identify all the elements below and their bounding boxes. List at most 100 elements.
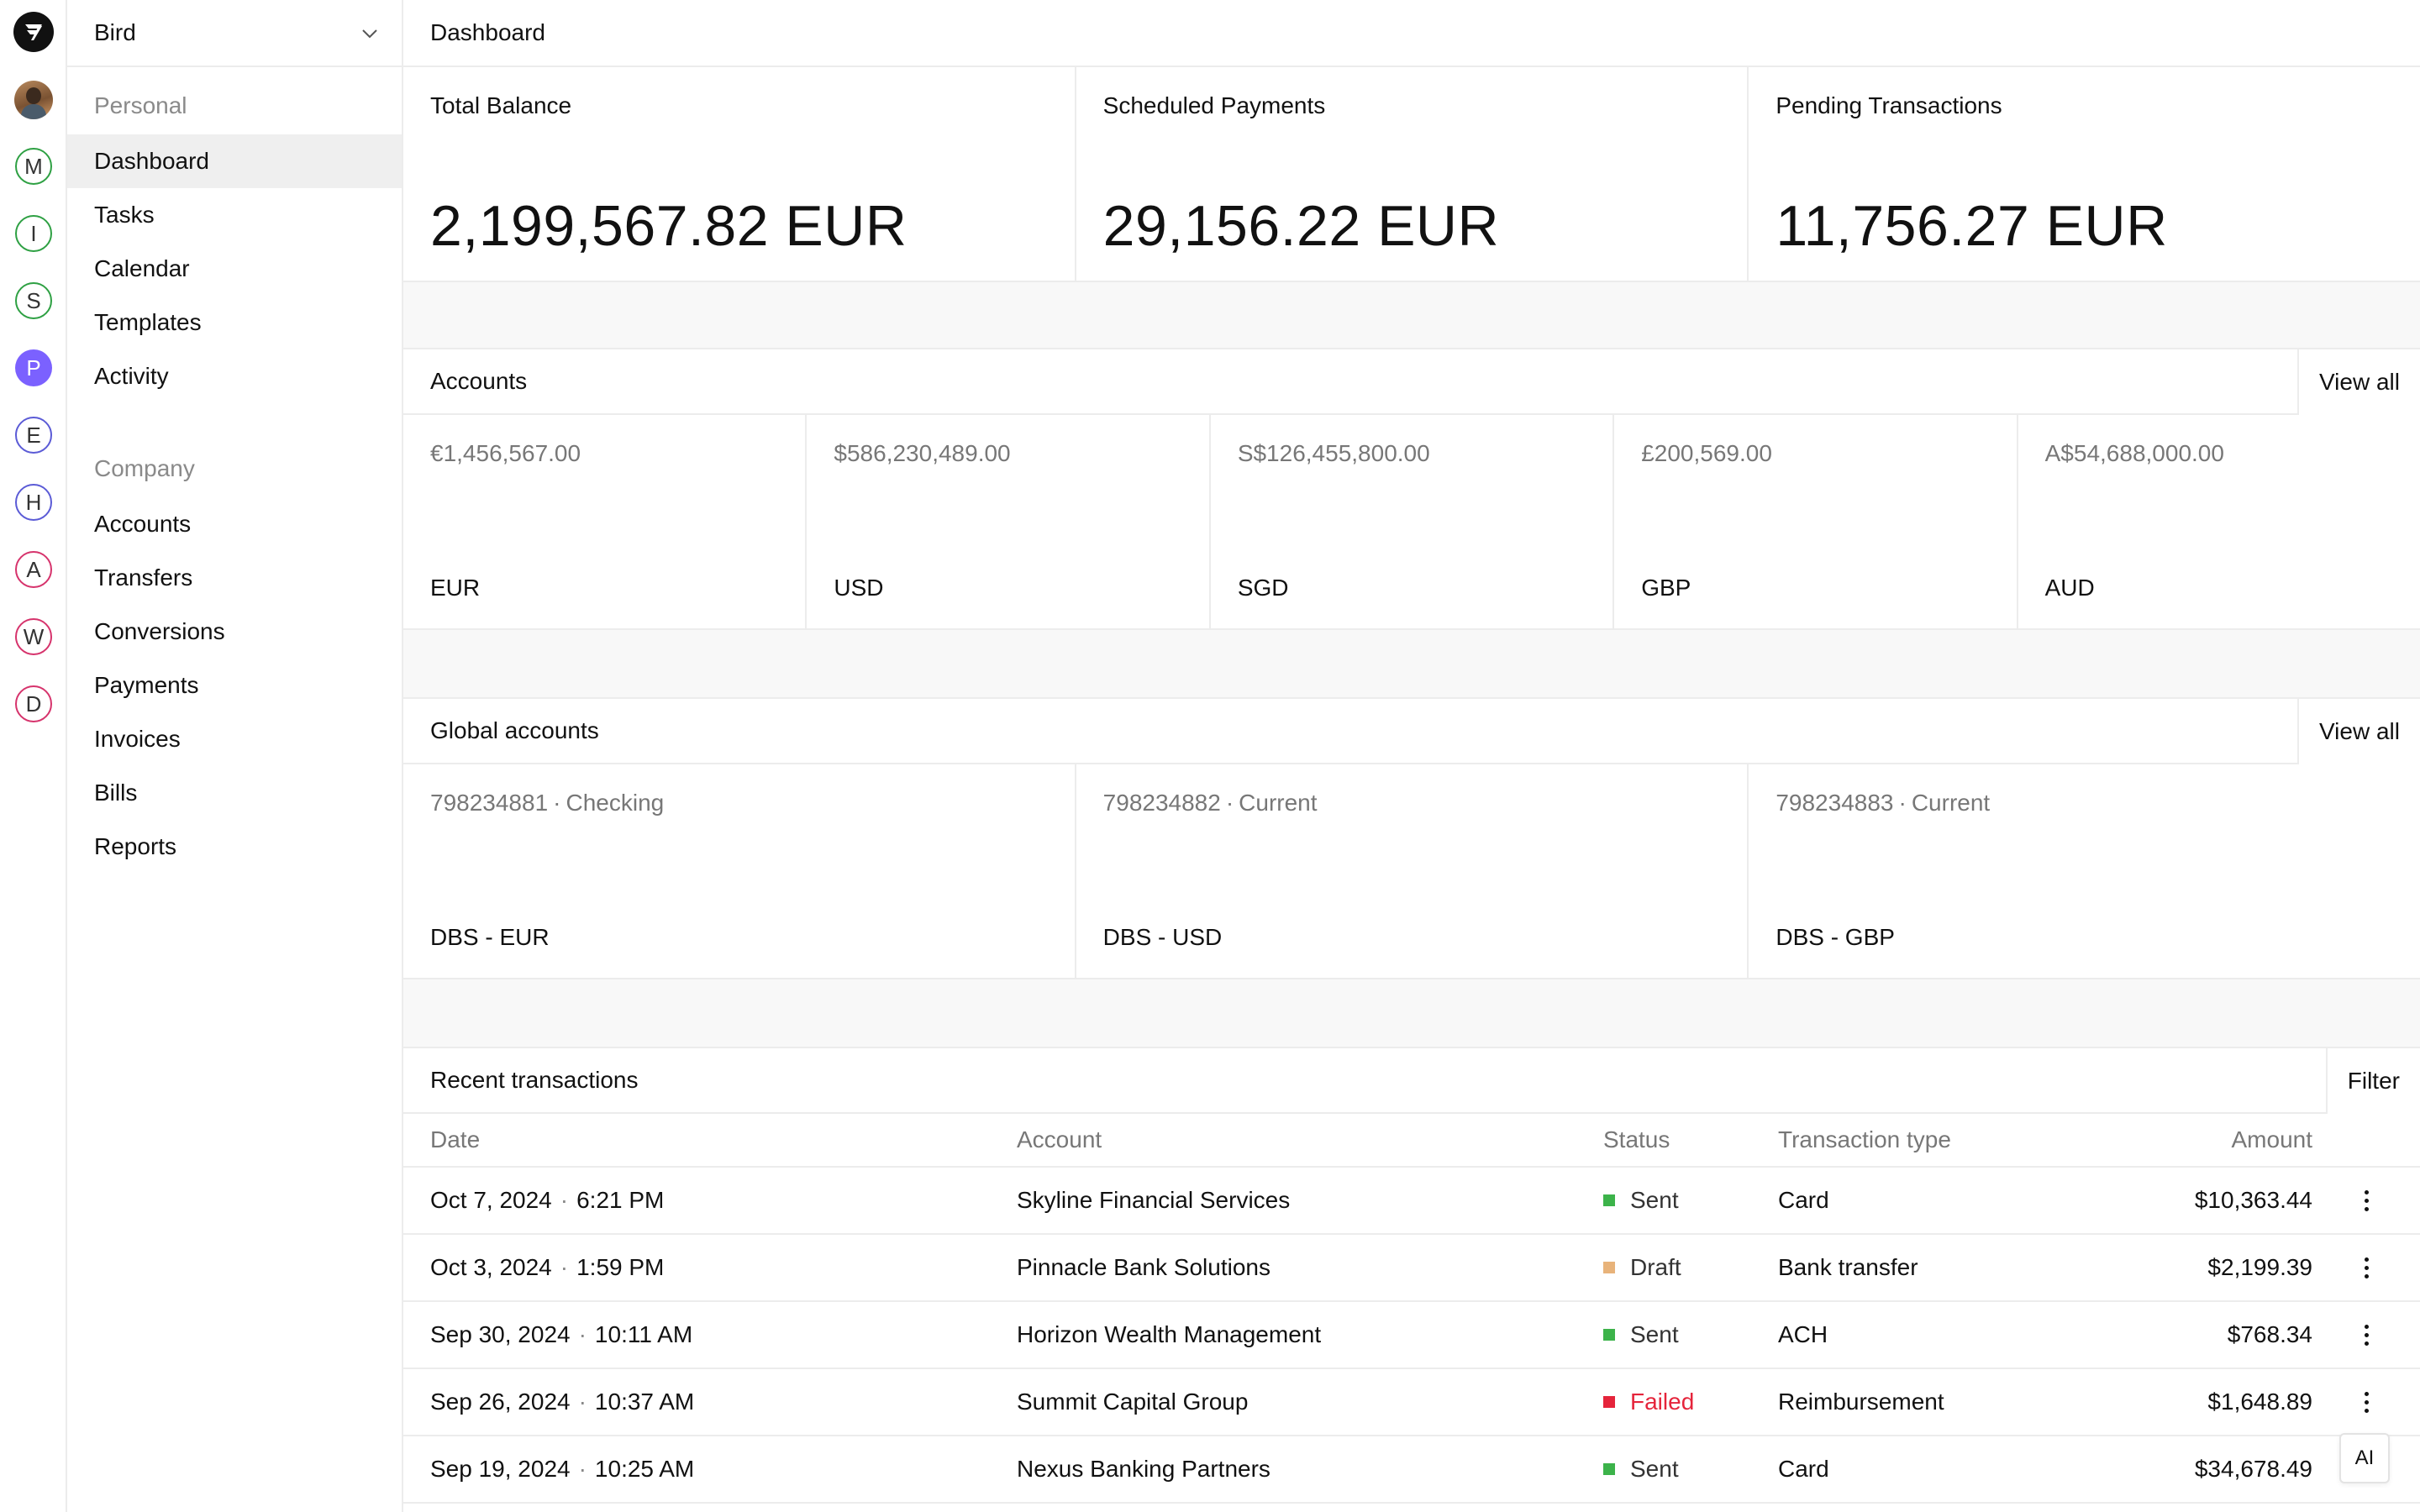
row-menu-button[interactable] <box>2346 1168 2386 1233</box>
workspace-s-icon[interactable]: S <box>15 282 52 319</box>
org-switcher[interactable]: Bird <box>67 0 402 67</box>
status-indicator-icon <box>1603 1262 1615 1273</box>
status-indicator-icon <box>1603 1194 1615 1206</box>
cell-status: Draft <box>1603 1235 1681 1300</box>
cell-transaction-type: Reimbursement <box>1778 1389 1944 1415</box>
sidebar-item-invoices[interactable]: Invoices <box>67 712 402 766</box>
cell-amount: $34,678.49 <box>2194 1456 2312 1482</box>
sidebar-item-templates[interactable]: Templates <box>67 296 402 349</box>
account-card-usd[interactable]: $586,230,489.00 USD <box>807 415 1211 628</box>
cell-transaction-type: ACH <box>1778 1321 1828 1347</box>
sidebar-item-dashboard[interactable]: Dashboard <box>67 134 402 188</box>
accounts-header: Accounts View all <box>403 348 2420 415</box>
global-account-name: DBS - GBP <box>1776 924 1895 950</box>
workspace-rail: MISPEHAWD <box>0 0 67 1512</box>
row-menu-button[interactable] <box>2346 1235 2386 1300</box>
column-header-status[interactable]: Status <box>1603 1114 1670 1166</box>
sidebar-item-payments[interactable]: Payments <box>67 659 402 712</box>
date-text: Sep 19, 2024 <box>430 1456 571 1482</box>
workspace-e-icon[interactable]: E <box>15 417 52 454</box>
status-indicator-icon <box>1603 1396 1615 1408</box>
cell-account: Horizon Wealth Management <box>1017 1321 1322 1347</box>
sidebar-item-accounts[interactable]: Accounts <box>67 497 402 551</box>
cell-account: Nexus Banking Partners <box>1017 1456 1270 1482</box>
user-avatar[interactable] <box>14 81 53 119</box>
status-indicator-icon <box>1603 1463 1615 1475</box>
workspace-p-icon[interactable]: P <box>15 349 52 386</box>
workspace-h-icon[interactable]: H <box>15 484 52 521</box>
global-account-card[interactable]: 798234883 · Current DBS - GBP <box>1749 764 2420 978</box>
cell-amount: $2,199.39 <box>2207 1254 2312 1280</box>
global-accounts-header: Global accounts View all <box>403 697 2420 764</box>
time-text: 6:21 PM <box>576 1187 665 1213</box>
sidebar-item-transfers[interactable]: Transfers <box>67 551 402 605</box>
cell-date: Sep 19, 2024 · 10:25 AM <box>430 1436 694 1502</box>
status-text: Sent <box>1630 1321 1679 1347</box>
time-text: 10:37 AM <box>594 1389 695 1415</box>
workspace-i-icon[interactable]: I <box>15 215 52 252</box>
row-menu-button[interactable] <box>2346 1302 2386 1368</box>
cell-date: Oct 7, 2024 · 6:21 PM <box>430 1168 664 1233</box>
transactions-filter-button[interactable]: Filter <box>2325 1048 2420 1114</box>
more-vertical-icon <box>2364 1324 2369 1346</box>
more-vertical-icon <box>2364 1189 2369 1211</box>
account-amount: €1,456,567.00 <box>430 440 581 466</box>
sidebar-item-activity[interactable]: Activity <box>67 349 402 403</box>
cell-status: Sent <box>1603 1436 1679 1502</box>
column-header-date[interactable]: Date <box>430 1114 480 1166</box>
column-header-amount[interactable]: Amount <box>2232 1114 2313 1166</box>
status-text: Failed <box>1630 1389 1695 1415</box>
sidebar-item-tasks[interactable]: Tasks <box>67 188 402 242</box>
cell-account: Pinnacle Bank Solutions <box>1017 1254 1270 1280</box>
account-number: 798234882 <box>1102 790 1221 816</box>
sidebar-item-conversions[interactable]: Conversions <box>67 605 402 659</box>
stat-scheduled-payments: Scheduled Payments 29,156.22 EUR <box>1076 67 1749 281</box>
account-currency: USD <box>834 575 884 601</box>
global-account-meta: 798234881 · Checking <box>430 790 665 816</box>
account-card-aud[interactable]: A$54,688,000.00 AUD <box>2018 415 2420 628</box>
time-text: 1:59 PM <box>576 1254 665 1280</box>
date-text: Oct 7, 2024 <box>430 1187 552 1213</box>
global-accounts-view-all-button[interactable]: View all <box>2297 699 2420 764</box>
cell-status: Sent <box>1603 1302 1679 1368</box>
date-text: Sep 30, 2024 <box>430 1321 571 1347</box>
row-menu-button[interactable] <box>2346 1369 2386 1435</box>
global-account-card[interactable]: 798234882 · Current DBS - USD <box>1076 764 1749 978</box>
workspace-m-icon[interactable]: M <box>15 148 52 185</box>
workspace-a-icon[interactable]: A <box>15 551 52 588</box>
org-name: Bird <box>94 19 136 45</box>
workspace-d-icon[interactable]: D <box>15 685 52 722</box>
accounts-view-all-button[interactable]: View all <box>2297 349 2420 415</box>
account-number: 798234883 <box>1776 790 1894 816</box>
column-header-account[interactable]: Account <box>1017 1114 1102 1166</box>
stat-value: 11,756.27 EUR <box>1776 194 2168 258</box>
table-row[interactable]: Oct 7, 2024 · 6:21 PM Skyline Financial Ser… <box>403 1168 2420 1235</box>
app-logo-icon[interactable] <box>13 12 54 52</box>
table-row[interactable]: Oct 3, 2024 · 1:59 PM Pinnacle Bank Solutio… <box>403 1235 2420 1302</box>
separator-dot: · <box>578 1456 587 1482</box>
account-amount: S$126,455,800.00 <box>1237 440 1430 466</box>
workspace-w-icon[interactable]: W <box>15 618 52 655</box>
account-currency: AUD <box>2044 575 2095 601</box>
status-text: Draft <box>1630 1254 1681 1280</box>
stat-label: Total Balance <box>430 92 572 118</box>
account-currency: SGD <box>1237 575 1289 601</box>
account-card-gbp[interactable]: £200,569.00 GBP <box>1614 415 2018 628</box>
account-card-eur[interactable]: €1,456,567.00 EUR <box>403 415 808 628</box>
sidebar-item-reports[interactable]: Reports <box>67 820 402 874</box>
global-account-card[interactable]: 798234881 · Checking DBS - EUR <box>403 764 1076 978</box>
sidebar-item-bills[interactable]: Bills <box>67 766 402 820</box>
stat-label: Scheduled Payments <box>1102 92 1326 118</box>
ai-assistant-button[interactable]: AI <box>2339 1433 2390 1483</box>
column-header-type[interactable]: Transaction type <box>1778 1114 1951 1166</box>
stat-value: 2,199,567.82 EUR <box>430 194 908 258</box>
global-accounts-cards: 798234881 · Checking DBS - EUR 798234882 · C… <box>403 764 2420 979</box>
status-text: Sent <box>1630 1187 1679 1213</box>
table-row[interactable]: Sep 30, 2024 · 10:11 AM Horizon Wealth Mana… <box>403 1302 2420 1369</box>
section-label-personal: Personal <box>94 92 187 118</box>
account-card-sgd[interactable]: S$126,455,800.00 SGD <box>1211 415 1615 628</box>
sidebar-item-calendar[interactable]: Calendar <box>67 242 402 296</box>
transactions-header: Recent transactions Filter <box>403 1047 2420 1114</box>
table-row[interactable]: Sep 19, 2024 · 10:25 AM Nexus Banking Partn… <box>403 1436 2420 1504</box>
table-row[interactable]: Sep 26, 2024 · 10:37 AM Summit Capital Grou… <box>403 1369 2420 1436</box>
